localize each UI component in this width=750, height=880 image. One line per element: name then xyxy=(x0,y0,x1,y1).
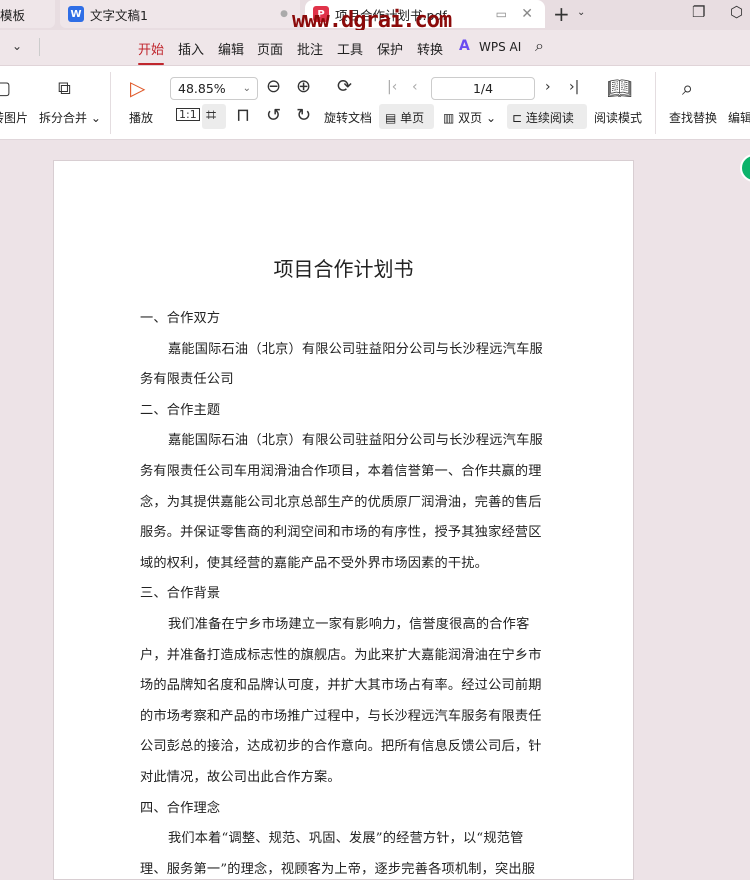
paragraph-line: 务有限责任公司 xyxy=(140,372,234,388)
chevron-down-icon: ⌄ xyxy=(242,83,251,94)
to-image-icon: ▢ xyxy=(0,78,12,99)
rotate-left-icon[interactable]: ↺ xyxy=(266,107,281,125)
zoom-out-icon[interactable]: ⊖ xyxy=(266,78,281,96)
close-icon[interactable]: ✕ xyxy=(521,6,533,22)
play-button[interactable]: 播放 xyxy=(129,109,153,126)
tab-template[interactable]: 模板 xyxy=(0,0,55,28)
page-number-input[interactable]: 1/4 xyxy=(431,77,535,100)
rotate-doc-icon: ⟳ xyxy=(337,76,353,97)
wps-ai-icon: A xyxy=(459,38,470,54)
section-heading: 四、合作理念 xyxy=(140,800,221,816)
new-tab-plus-icon[interactable]: + xyxy=(553,4,570,24)
zoom-in-icon[interactable]: ⊕ xyxy=(296,78,311,96)
tab-writer-doc[interactable]: W 文字文稿1 ● xyxy=(60,0,300,28)
paragraph-line: 的市场考察和产品的市场推广过程中，与长沙程远汽车服务有限责任 xyxy=(140,708,542,724)
section-heading: 三、合作背景 xyxy=(140,586,221,602)
actual-size-icon[interactable]: 1:1 xyxy=(176,108,200,121)
fit-width-icon[interactable]: ⊓ xyxy=(236,107,250,125)
edit-button[interactable]: 编辑 xyxy=(728,109,750,126)
paragraph-line: 我们准备在宁乡市场建立一家有影响力，信誉度很高的合作客 xyxy=(168,617,530,632)
rotate-right-icon[interactable]: ↻ xyxy=(296,107,311,125)
pdf-page: 项目合作计划书 一、合作双方嘉能国际石油（北京）有限公司驻益阳分公司与长沙程远汽… xyxy=(53,160,634,880)
menu-bar: ⌄ 开始 插入 编辑 页面 批注 工具 保护 转换 A WPS AI ⌕ xyxy=(0,30,750,66)
paragraph-line: 对此情况，故公司出此合作方案。 xyxy=(140,770,341,785)
monitor-icon[interactable]: ▭ xyxy=(496,7,507,21)
menu-protect[interactable]: 保护 xyxy=(377,39,403,58)
next-page-icon[interactable]: › xyxy=(545,80,551,94)
paragraph-line: 场的品牌知名度和品牌认可度，并扩大其市场占有率。经过公司前期 xyxy=(140,678,542,694)
paragraph-line: 我们本着“调整、规范、巩固、发展”的经营方针，以“规范管 xyxy=(168,831,524,847)
last-page-icon[interactable]: ›| xyxy=(569,80,579,94)
menu-comment[interactable]: 批注 xyxy=(297,39,323,58)
split-merge-button[interactable]: 拆分合并 ⌄ xyxy=(39,109,101,126)
section-heading: 一、合作双方 xyxy=(140,311,221,326)
play-icon: ▷ xyxy=(130,76,146,100)
read-mode-button[interactable]: 阅读模式 xyxy=(594,109,642,126)
paragraph-line: 念，为其提供嘉能公司北京总部生产的优质原厂润滑油，完善的售后 xyxy=(140,494,542,510)
document-title: 项目合作计划书 xyxy=(273,257,414,281)
window-restore-icon[interactable]: ❐ xyxy=(692,5,705,20)
menu-page[interactable]: 页面 xyxy=(257,39,283,58)
find-icon: ⌕ xyxy=(682,76,694,100)
paragraph-line: 户，并准备打造成标志性的旗舰店。为此来扩大嘉能润滑油在宁乡市 xyxy=(140,647,542,663)
toolbar: ▢ 转图片 ⧉ 拆分合并 ⌄ ▷ 播放 48.85%⌄ ⊖ ⊕ ⟳ |‹ ‹ 1… xyxy=(0,66,750,140)
menu-wps-ai[interactable]: WPS AI xyxy=(479,40,521,54)
wps-writer-icon: W xyxy=(68,6,84,22)
menu-convert[interactable]: 转换 xyxy=(417,39,443,58)
paragraph-line: 嘉能国际石油（北京）有限公司驻益阳分公司与长沙程远汽车服 xyxy=(168,341,543,357)
continuous-read-button[interactable]: ⊏ 连续阅读 xyxy=(512,109,574,126)
menu-home[interactable]: 开始 xyxy=(138,39,165,65)
paragraph-line: 理、服务第一”的理念，视顾客为上帝，逐步完善各项机制，突出服 xyxy=(140,861,536,877)
section-heading: 二、合作主题 xyxy=(140,402,221,418)
prev-page-icon[interactable]: ‹ xyxy=(412,80,418,94)
paragraph-line: 务有限责任公司车用润滑油合作项目，本着信誉第一、合作共赢的理 xyxy=(140,464,542,479)
rotate-doc-button[interactable]: 旋转文档 xyxy=(324,109,372,126)
paragraph-line: 公司彭总的接洽，达成初步的合作意向。把所有信息反馈公司后，针 xyxy=(140,739,542,755)
find-replace-button[interactable]: 查找替换 xyxy=(669,109,717,126)
double-page-button[interactable]: ▥ 双页 ⌄ xyxy=(443,109,496,126)
read-mode-icon: 📖︎ xyxy=(607,76,633,100)
first-page-icon[interactable]: |‹ xyxy=(387,80,397,94)
menu-edit[interactable]: 编辑 xyxy=(218,39,244,58)
menu-tools[interactable]: 工具 xyxy=(337,39,363,58)
floating-assistant-button[interactable] xyxy=(740,154,750,182)
divider xyxy=(39,38,40,56)
cube-icon[interactable]: ⬡ xyxy=(730,5,743,20)
chevron-down-icon[interactable]: ⌄ xyxy=(12,40,22,52)
paragraph-line: 服务。并保证零售商的利润空间和市场的有序性，授予其独家经营区 xyxy=(140,525,542,541)
chevron-down-icon[interactable]: ⌄ xyxy=(577,8,585,18)
fit-page-icon[interactable]: ⌗ xyxy=(206,107,216,125)
unsaved-dot-icon: ● xyxy=(280,9,288,19)
zoom-select[interactable]: 48.85% ⌄ xyxy=(170,77,258,100)
to-image-button[interactable]: 转图片 xyxy=(0,109,28,126)
paragraph-line: 嘉能国际石油（北京）有限公司驻益阳分公司与长沙程远汽车服 xyxy=(168,433,543,449)
paragraph-line: 域的权利，使其经营的嘉能产品不受外界市场因素的干扰。 xyxy=(140,555,489,571)
search-icon[interactable]: ⌕ xyxy=(535,38,544,54)
single-page-button[interactable]: ▤ 单页 xyxy=(385,109,424,126)
divider xyxy=(655,72,656,134)
divider xyxy=(110,72,111,134)
menu-insert[interactable]: 插入 xyxy=(178,39,204,58)
split-merge-icon: ⧉ xyxy=(58,78,71,99)
